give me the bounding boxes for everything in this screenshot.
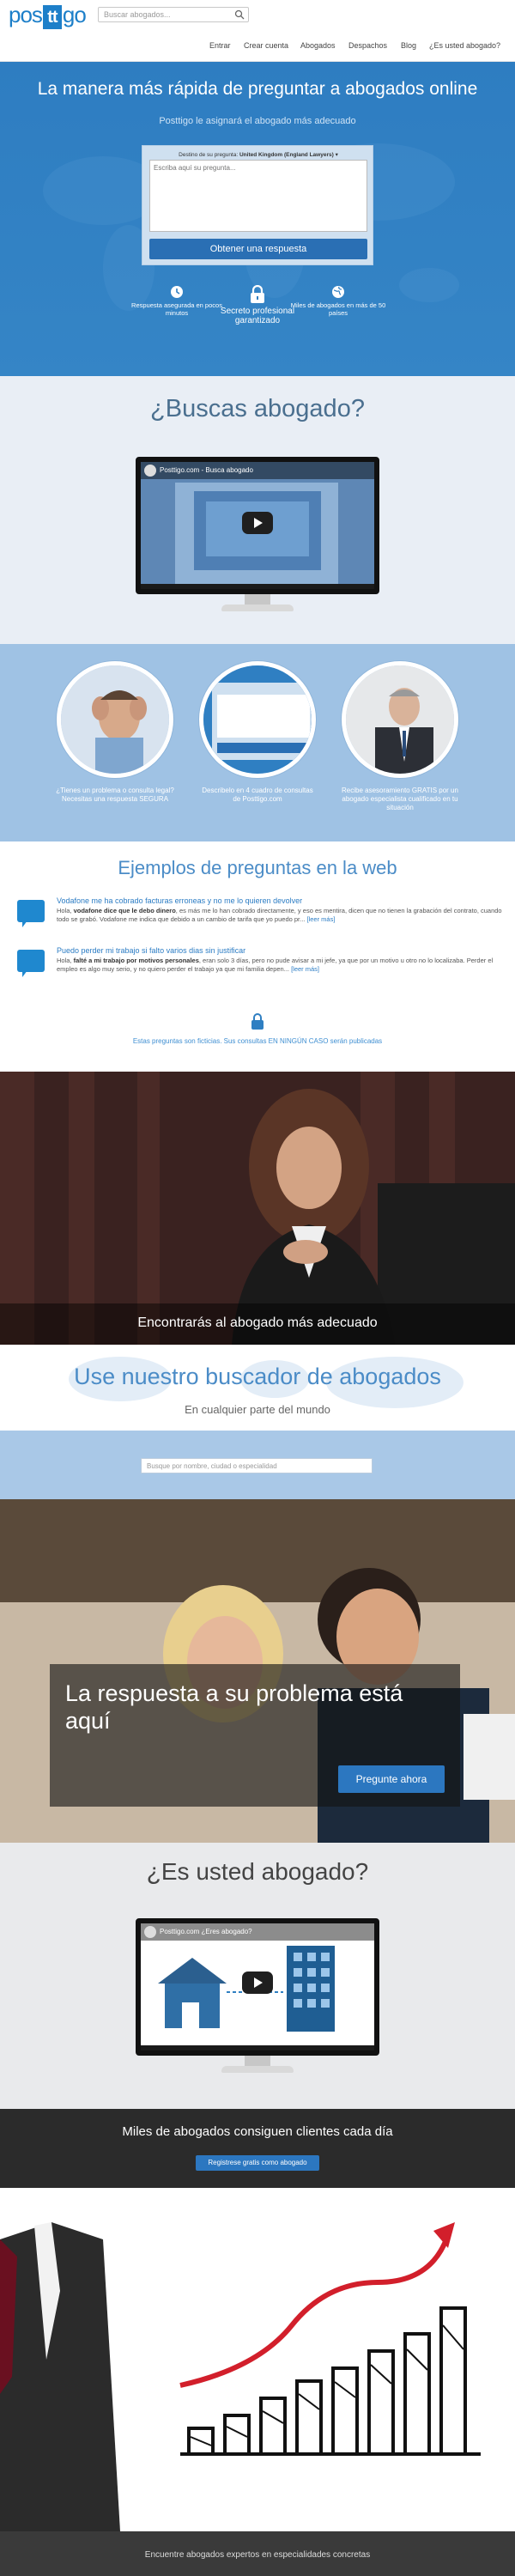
worried-man-image: [57, 661, 173, 778]
step-advice: Recibe asesoramiento GRATIS por un aboga…: [340, 661, 460, 812]
footer-text: Encuentre abogados expertos en especiali…: [144, 2550, 371, 2560]
step-describe: Describelo en 4 cuadro de consultas de P…: [197, 661, 318, 804]
lawyer-photo-section: Encontrarás al abogado más adecuado: [0, 1072, 515, 1345]
question-form: Destino de su pregunta: United Kingdom (…: [142, 145, 373, 265]
step-text: Recibe asesoramiento GRATIS por un aboga…: [342, 787, 458, 811]
search-placeholder: Buscar abogados...: [104, 10, 171, 19]
examples-section: Ejemplos de preguntas en la web Vodafone…: [0, 841, 515, 1072]
step-problem: ¿Tienes un problema o consulta legal? Ne…: [55, 661, 175, 804]
search-box[interactable]: Buscar abogados...: [98, 7, 249, 22]
video-player[interactable]: Posttigo.com - Busca abogado: [141, 462, 374, 584]
section-title: Ejemplos de preguntas en la web: [118, 857, 397, 878]
chevron-down-icon: ▾: [335, 152, 338, 158]
feature-countries: Miles de abogados en más de 50 países: [287, 285, 390, 317]
example-question[interactable]: Puedo perder mi trabajo si falto varios …: [17, 946, 502, 989]
play-button-icon[interactable]: [242, 1971, 273, 1994]
register-lawyer-button[interactable]: Registrese gratis como abogado: [196, 2155, 319, 2171]
video-monitor: Posttigo.com - Busca abogado: [136, 457, 379, 620]
nav-es-usted-abogado[interactable]: ¿Es usted abogado?: [429, 41, 500, 50]
how-it-works-section: ¿Tienes un problema o consulta legal? Ne…: [0, 644, 515, 841]
question-input[interactable]: [149, 160, 367, 232]
example-title[interactable]: Puedo perder mi trabajo si falto varios …: [57, 946, 245, 955]
feature-text: Secreto profesional garantizado: [220, 307, 295, 325]
finder-search-bar: Busque por nombre, ciudad o especialidad: [0, 1431, 515, 1499]
lawyer-search-placeholder: Busque por nombre, ciudad o especialidad: [147, 1462, 277, 1470]
video-monitor: Posttigo.com ¿Eres abogado?: [136, 1918, 379, 2081]
are-you-lawyer-section: ¿Es usted abogado? Posttigo.com ¿Eres ab…: [0, 1843, 515, 2109]
search-icon[interactable]: [234, 9, 245, 20]
cta-section: La respuesta a su problema está aquí Pre…: [0, 1499, 515, 1843]
section-title: Use nuestro buscador de abogados: [74, 1364, 441, 1389]
logo[interactable]: pos tt go: [9, 2, 87, 29]
hero-title: La manera más rápida de preguntar a abog…: [37, 79, 478, 99]
nav-crear-cuenta[interactable]: Crear cuenta: [244, 41, 288, 50]
search-lawyer-section: ¿Buscas abogado? Posttigo.com - Busca ab…: [0, 376, 515, 644]
footer: Encuentre abogados expertos en especiali…: [0, 2531, 515, 2576]
video-title: Posttigo.com - Busca abogado: [160, 466, 253, 474]
speech-bubble-icon: [17, 900, 45, 927]
example-title[interactable]: Vodafone me ha cobrado facturas erroneas…: [57, 896, 302, 905]
cta-title: La respuesta a su problema está aquí: [65, 1680, 403, 1734]
nav-blog[interactable]: Blog: [401, 41, 416, 50]
lawyer-image: [342, 661, 458, 778]
channel-avatar: [144, 465, 156, 477]
destination-select[interactable]: Destino de su pregunta: United Kingdom (…: [149, 151, 367, 158]
speech-bubble-icon: [17, 950, 45, 977]
photo-caption: Encontrarás al abogado más adecuado: [137, 1315, 378, 1330]
lawyers-banner: Miles de abogados consiguen clientes cad…: [0, 2109, 515, 2188]
nav-despachos[interactable]: Despachos: [348, 41, 387, 50]
feature-text: Miles de abogados en más de 50 países: [290, 301, 386, 317]
form-screenshot-image: [199, 661, 316, 778]
submit-question-button[interactable]: Obtener una respuesta: [149, 239, 367, 259]
destination-label: Destino de su pregunta:: [179, 152, 239, 158]
section-title: ¿Buscas abogado?: [150, 395, 365, 422]
read-more-link[interactable]: [leer más]: [306, 915, 335, 923]
channel-avatar: [144, 1926, 156, 1938]
example-body: Hola, falté a mi trabajo por motivos per…: [57, 957, 494, 973]
lock-icon: [251, 1013, 264, 1030]
section-subtitle: En cualquier parte del mundo: [185, 1403, 330, 1416]
video-title: Posttigo.com ¿Eres abogado?: [160, 1928, 252, 1935]
read-more-link[interactable]: [leer más]: [291, 965, 319, 973]
cta-overlay: La respuesta a su problema está aquí Pre…: [50, 1664, 460, 1807]
site-header: pos tt go Buscar abogados... Entrar Crear …: [0, 0, 515, 62]
growth-image-section: [0, 2188, 515, 2531]
step-text: ¿Tienes un problema o consulta legal? Ne…: [56, 787, 174, 803]
hero-section: La manera más rápida de preguntar a abog…: [0, 62, 515, 376]
banner-title: Miles de abogados consiguen clientes cad…: [122, 2124, 393, 2139]
hero-subtitle: Posttigo le asignará el abogado más adec…: [159, 116, 356, 126]
example-question[interactable]: Vodafone me ha cobrado facturas erroneas…: [17, 896, 502, 939]
step-text: Describelo en 4 cuadro de consultas de P…: [202, 787, 313, 803]
lock-icon: [251, 285, 264, 303]
example-body: Hola, vodafone dice que le debo dinero, …: [57, 907, 502, 923]
clock-icon: [171, 286, 183, 298]
play-button-icon[interactable]: [242, 512, 273, 534]
destination-value: United Kingdom (England Lawyers): [239, 152, 334, 158]
privacy-note: Estas preguntas son ficticias. Sus consu…: [132, 1037, 383, 1045]
finder-section: Use nuestro buscador de abogados En cual…: [0, 1345, 515, 1431]
growth-chart-illustration: [0, 2188, 515, 2531]
ask-now-button[interactable]: Pregunte ahora: [338, 1765, 445, 1793]
globe-icon: [332, 286, 344, 298]
nav-abogados[interactable]: Abogados: [300, 41, 336, 50]
lawyer-search-input[interactable]: Busque por nombre, ciudad o especialidad: [141, 1458, 373, 1473]
woman-lawyer-image: [0, 1072, 515, 1345]
section-title: ¿Es usted abogado?: [146, 1858, 369, 1885]
video-player[interactable]: Posttigo.com ¿Eres abogado?: [141, 1923, 374, 2045]
nav-entrar[interactable]: Entrar: [209, 41, 231, 50]
